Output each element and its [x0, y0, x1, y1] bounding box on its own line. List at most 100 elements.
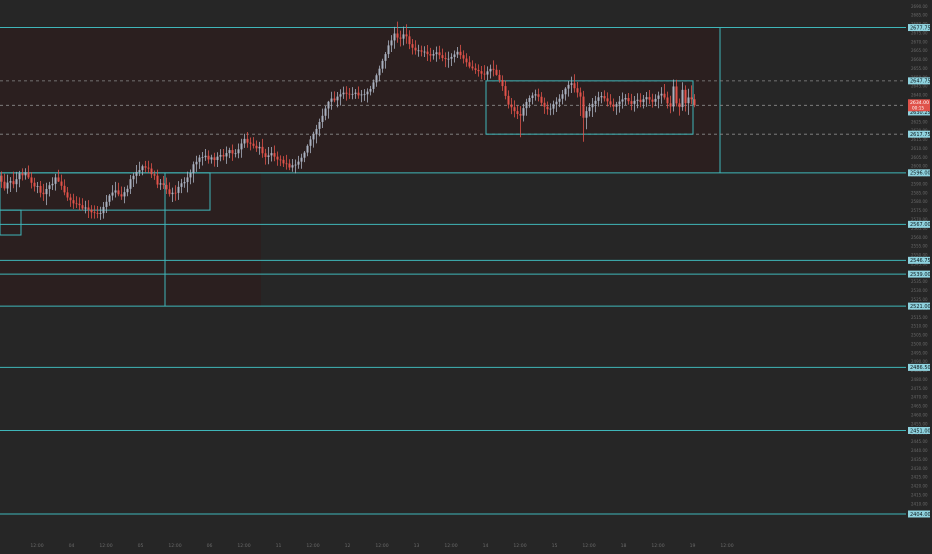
candle-body — [396, 33, 399, 38]
candle-body — [111, 192, 114, 196]
candle-body — [585, 111, 588, 118]
candle-body — [546, 106, 549, 110]
candle-body — [693, 99, 696, 106]
candle-body — [639, 99, 642, 103]
price-chart[interactable]: 2405.002410.002415.002420.002425.002430.… — [0, 0, 932, 550]
candle-body — [648, 97, 651, 100]
time-tick-label: 12:00 — [513, 543, 526, 549]
candle-body — [564, 88, 567, 95]
candle-body — [222, 155, 225, 157]
price-level-label: 2567.00 — [910, 222, 931, 228]
price-tick-label: 2580.00 — [911, 199, 928, 204]
candle-body — [3, 181, 6, 189]
price-tick-label: 2425.00 — [911, 475, 928, 480]
candle-body — [0, 175, 3, 182]
candle-body — [504, 86, 507, 96]
price-tick-label: 2575.00 — [911, 208, 928, 213]
candle-body — [270, 153, 273, 156]
candle-body — [513, 107, 516, 112]
candle-body — [102, 206, 105, 214]
candle-body — [561, 94, 564, 99]
candle-body — [375, 75, 378, 83]
candle-body — [666, 97, 669, 104]
candle-body — [138, 170, 141, 172]
price-tick-label: 2460.00 — [911, 412, 928, 417]
candle-body — [126, 188, 129, 193]
candle-body — [543, 102, 546, 107]
candle-body — [495, 69, 498, 75]
candle-body — [42, 192, 45, 195]
candle-body — [459, 51, 462, 56]
price-tick-label: 2515.00 — [911, 315, 928, 320]
price-tick-label: 2470.00 — [911, 395, 928, 400]
candle-body — [570, 83, 573, 85]
candle-body — [69, 197, 72, 201]
candle-body — [468, 62, 471, 67]
candle-body — [492, 68, 495, 70]
candle-body — [600, 96, 603, 98]
candle-body — [438, 52, 441, 56]
price-tick-label: 2455.00 — [911, 421, 928, 426]
candle-body — [252, 143, 255, 146]
time-tick-label: 12:00 — [375, 543, 388, 549]
time-tick-label: 12:00 — [30, 543, 43, 549]
last-price-countdown: 00:15 — [912, 105, 924, 110]
time-tick-label: 12:00 — [306, 543, 319, 549]
price-level-badge: 2404.00 — [908, 510, 931, 518]
candle-body — [204, 155, 207, 158]
candle-body — [522, 108, 525, 116]
candle-body — [420, 50, 423, 52]
candle-body — [672, 86, 675, 107]
candle-body — [381, 60, 384, 69]
candle-body — [48, 185, 51, 189]
candle-body — [627, 98, 630, 102]
price-axis[interactable]: 2405.002410.002415.002420.002425.002430.… — [908, 4, 931, 518]
candle-body — [267, 155, 270, 157]
candle-body — [654, 98, 657, 102]
candle-body — [366, 91, 369, 95]
candle-body — [594, 100, 597, 104]
price-tick-label: 2610.00 — [911, 146, 928, 151]
candle-body — [288, 163, 291, 168]
time-tick-label: 11 — [276, 543, 282, 549]
candle-body — [132, 175, 135, 180]
price-tick-label: 2600.00 — [911, 164, 928, 169]
candle-body — [336, 96, 339, 101]
time-tick-label: 15 — [552, 543, 558, 549]
candle-body — [549, 108, 552, 110]
candle-body — [525, 101, 528, 109]
candle-body — [474, 68, 477, 70]
price-tick-label: 2560.00 — [911, 235, 928, 240]
last-price-badge: 2634.0000:15 — [908, 99, 930, 112]
chart-canvas[interactable]: 2405.002410.002415.002420.002425.002430.… — [0, 0, 932, 550]
candle-body — [192, 164, 195, 174]
candle-body — [201, 157, 204, 158]
price-tick-label: 2500.00 — [911, 341, 928, 346]
price-level-badge: 2486.50 — [908, 363, 931, 371]
time-tick-label: 12:00 — [720, 543, 733, 549]
time-tick-label: 19 — [690, 543, 696, 549]
candle-body — [261, 146, 264, 154]
price-tick-label: 2585.00 — [911, 190, 928, 195]
candle-body — [591, 103, 594, 108]
price-tick-label: 2685.00 — [911, 13, 928, 18]
price-level-badge: 2567.00 — [908, 220, 931, 228]
candle-body — [345, 92, 348, 94]
candle-body — [450, 56, 453, 59]
candle-body — [597, 97, 600, 101]
candle-body — [75, 203, 78, 205]
candle-body — [417, 50, 420, 52]
candle-body — [165, 184, 168, 190]
candle-body — [387, 45, 390, 55]
candle-body — [552, 104, 555, 109]
candle-body — [246, 138, 249, 143]
candle-body — [624, 98, 627, 100]
price-tick-label: 2435.00 — [911, 457, 928, 462]
candle-body — [453, 54, 456, 57]
price-tick-label: 2445.00 — [911, 439, 928, 444]
price-level-label: 2451.00 — [910, 428, 931, 434]
candle-body — [216, 156, 219, 161]
time-tick-label: 12:00 — [99, 543, 112, 549]
candle-body — [630, 101, 633, 104]
candle-body — [414, 47, 417, 51]
